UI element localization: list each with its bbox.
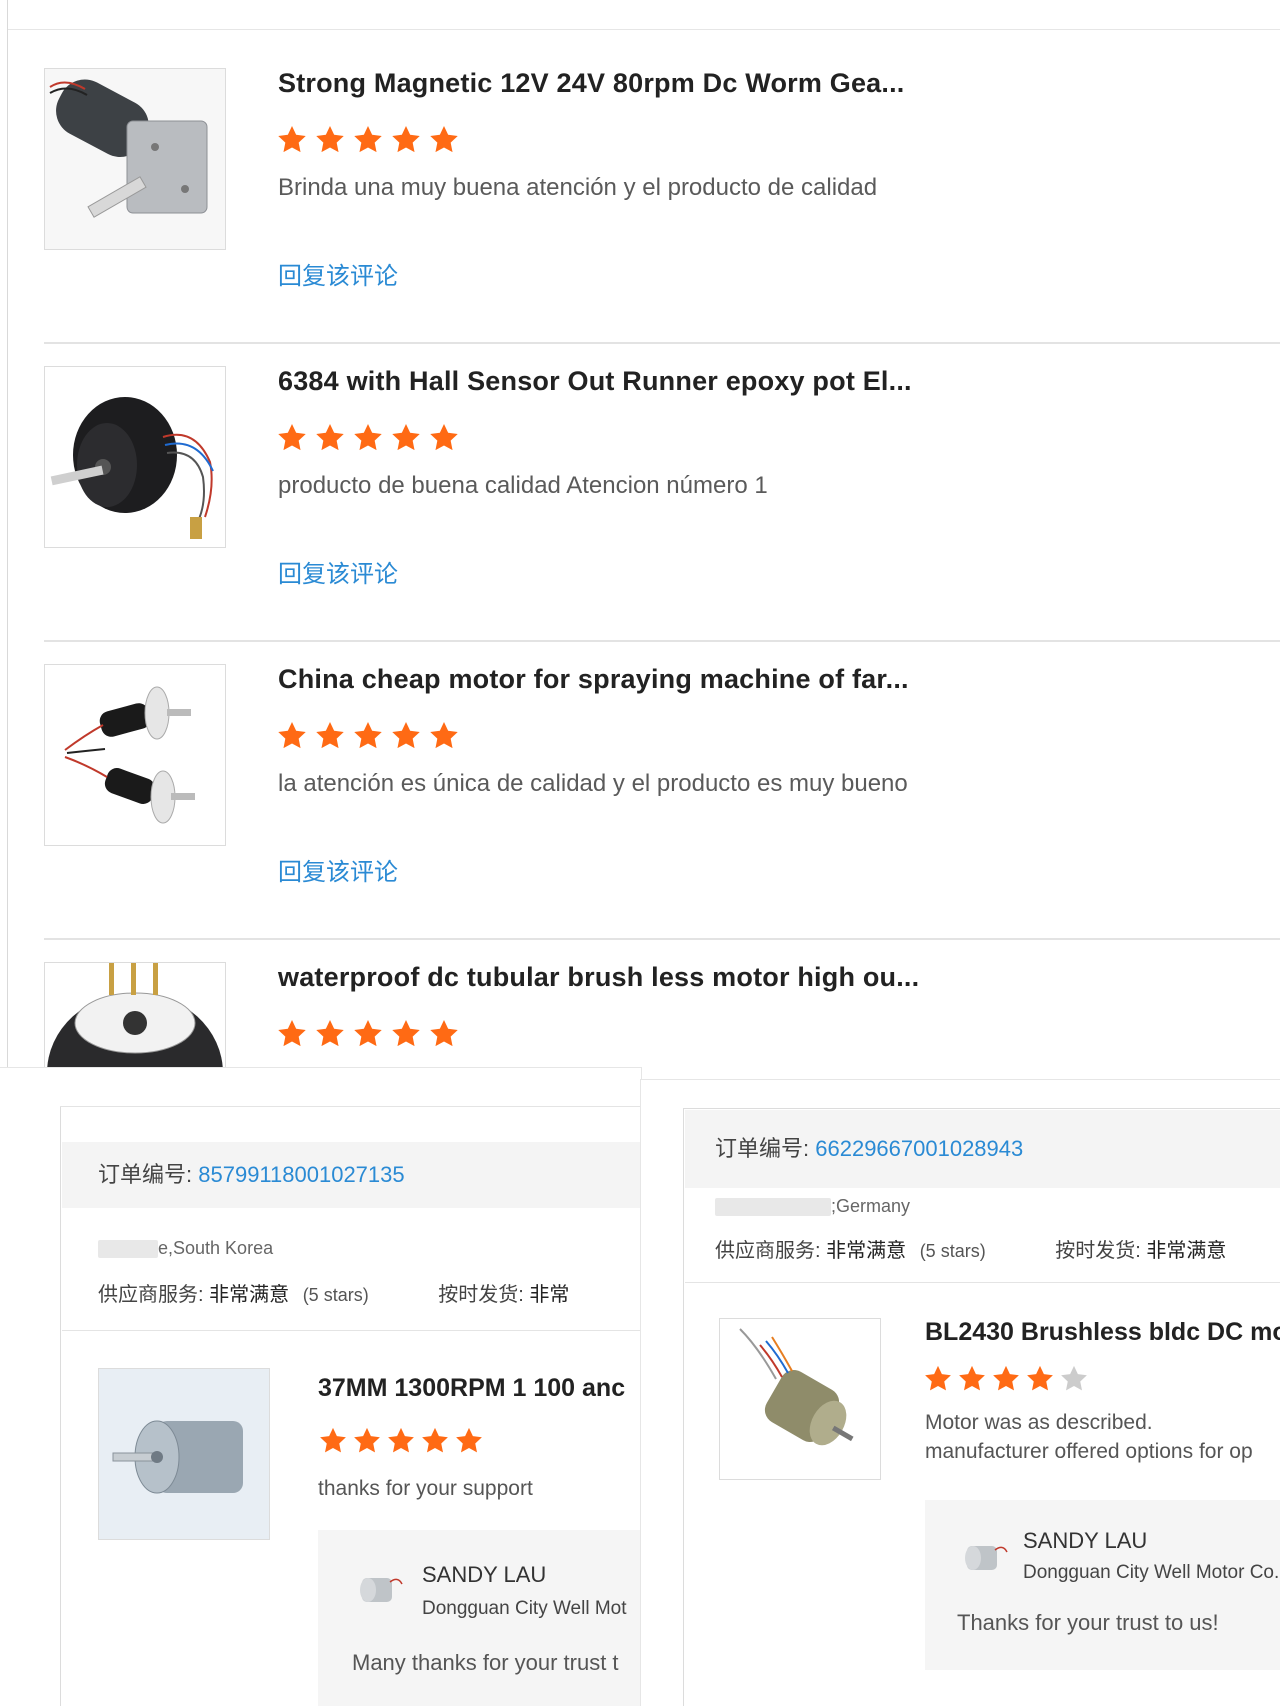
seller-company: Dongguan City Well Mot <box>422 1598 627 1619</box>
review-comment: producto de buena calidad Atencion númer… <box>278 472 768 499</box>
reply-review-link[interactable]: 回复该评论 <box>278 554 398 589</box>
panel-top-divider <box>8 29 1280 30</box>
seller-reply-text: Many thanks for your trust t <box>352 1650 619 1675</box>
star-filled-icon <box>316 1020 344 1047</box>
product-title[interactable]: BL2430 Brushless bldc DC moto <box>925 1318 1280 1347</box>
star-filled-icon <box>354 722 382 749</box>
product-title[interactable]: China cheap motor for spraying machine o… <box>278 664 1038 695</box>
review-item: China cheap motor for spraying machine o… <box>44 642 1280 940</box>
service-rating-row: 供应商服务: 非常满意 (5 stars) 按时发货: 非常 <box>98 1284 570 1306</box>
star-rating <box>923 1364 1089 1394</box>
seller-name: SANDY LAU <box>422 1562 547 1587</box>
star-filled-icon <box>354 126 382 153</box>
star-filled-icon <box>278 424 306 451</box>
star-filled-icon <box>392 722 420 749</box>
card-section-divider <box>62 1330 641 1331</box>
order-number-label: 订单编号: <box>98 1162 193 1187</box>
star-filled-icon <box>278 1020 306 1047</box>
star-filled-icon <box>422 1427 448 1453</box>
star-filled-icon <box>456 1427 482 1453</box>
star-filled-icon <box>430 1020 458 1047</box>
star-filled-icon <box>320 1427 346 1453</box>
star-filled-icon <box>316 424 344 451</box>
star-filled-icon <box>430 126 458 153</box>
star-filled-icon <box>388 1427 414 1453</box>
seller-reply-box: SANDY LAU Dongguan City Well Motor Co., … <box>925 1500 1280 1670</box>
seller-avatar <box>957 1532 1009 1584</box>
panel-border <box>7 0 8 1068</box>
product-title[interactable]: 6384 with Hall Sensor Out Runner epoxy p… <box>278 366 1038 397</box>
seller-reply-text: Thanks for your trust to us! <box>957 1610 1219 1635</box>
seller-avatar <box>352 1564 404 1616</box>
order-number-link[interactable]: 66229667001028943 <box>815 1136 1023 1161</box>
review-item: 6384 with Hall Sensor Out Runner epoxy p… <box>44 344 1280 642</box>
review-list-panel: Strong Magnetic 12V 24V 80rpm Dc Worm Ge… <box>0 0 1280 1068</box>
order-number-bar: 订单编号: 85799118001027135 <box>62 1142 641 1208</box>
review-comment: thanks for your support <box>318 1477 533 1500</box>
star-empty-icon <box>1061 1365 1087 1391</box>
star-filled-icon <box>354 1427 380 1453</box>
star-filled-icon <box>316 722 344 749</box>
star-filled-icon <box>430 722 458 749</box>
buyer-location: ;Germany <box>715 1196 910 1217</box>
star-filled-icon <box>278 722 306 749</box>
redacted-buyer-name <box>715 1198 831 1217</box>
review-comment: la atención es única de calidad y el pro… <box>278 770 908 797</box>
star-filled-icon <box>354 1020 382 1047</box>
review-comment: Motor was as described. manufacturer off… <box>925 1411 1253 1463</box>
star-filled-icon <box>278 126 306 153</box>
star-filled-icon <box>993 1365 1019 1391</box>
star-filled-icon <box>392 126 420 153</box>
order-review-card: 订单编号: 85799118001027135 e,South Korea 供应… <box>0 1068 641 1706</box>
spraying-motor-image[interactable] <box>44 664 226 846</box>
order-number-bar: 订单编号: 66229667001028943 <box>685 1110 1280 1188</box>
order-number-label: 订单编号: <box>715 1136 810 1161</box>
gear-motor-37mm-image[interactable] <box>98 1368 270 1540</box>
star-rating <box>276 422 460 454</box>
product-title[interactable]: 37MM 1300RPM 1 100 anc <box>318 1374 625 1403</box>
reply-review-link[interactable]: 回复该评论 <box>278 256 398 291</box>
star-rating <box>276 124 460 156</box>
tubular-motor-image[interactable] <box>44 962 226 1068</box>
star-rating <box>318 1426 484 1456</box>
service-rating-row: 供应商服务: 非常满意 (5 stars) 按时发货: 非常满意 <box>715 1240 1227 1262</box>
order-number-link[interactable]: 85799118001027135 <box>198 1162 404 1187</box>
star-filled-icon <box>430 424 458 451</box>
review-item: waterproof dc tubular brush less motor h… <box>44 940 1280 1068</box>
order-review-card: 订单编号: 66229667001028943 ;Germany 供应商服务: … <box>641 1080 1280 1706</box>
product-title[interactable]: Strong Magnetic 12V 24V 80rpm Dc Worm Ge… <box>278 68 1038 99</box>
star-filled-icon <box>354 424 382 451</box>
worm-gear-motor-image[interactable] <box>44 68 226 250</box>
star-rating <box>276 1018 460 1050</box>
reply-review-link[interactable]: 回复该评论 <box>278 852 398 887</box>
seller-reply-box: SANDY LAU Dongguan City Well Mot Many th… <box>318 1530 641 1706</box>
card-top-rule <box>60 1106 641 1107</box>
seller-company: Dongguan City Well Motor Co., <box>1023 1562 1280 1583</box>
product-title[interactable]: waterproof dc tubular brush less motor h… <box>278 962 1038 993</box>
star-filled-icon <box>959 1365 985 1391</box>
buyer-location: e,South Korea <box>98 1238 273 1259</box>
star-filled-icon <box>316 126 344 153</box>
star-filled-icon <box>392 424 420 451</box>
bl2430-motor-image[interactable] <box>719 1318 881 1480</box>
star-rating <box>276 720 460 752</box>
seller-name: SANDY LAU <box>1023 1528 1148 1553</box>
review-item: Strong Magnetic 12V 24V 80rpm Dc Worm Ge… <box>44 46 1280 344</box>
star-filled-icon <box>392 1020 420 1047</box>
card-section-divider <box>685 1282 1280 1283</box>
star-filled-icon <box>1027 1365 1053 1391</box>
review-comment: Brinda una muy buena atención y el produ… <box>278 174 878 201</box>
redacted-buyer-name <box>98 1240 158 1259</box>
star-filled-icon <box>925 1365 951 1391</box>
black-bldc-motor-image[interactable] <box>44 366 226 548</box>
